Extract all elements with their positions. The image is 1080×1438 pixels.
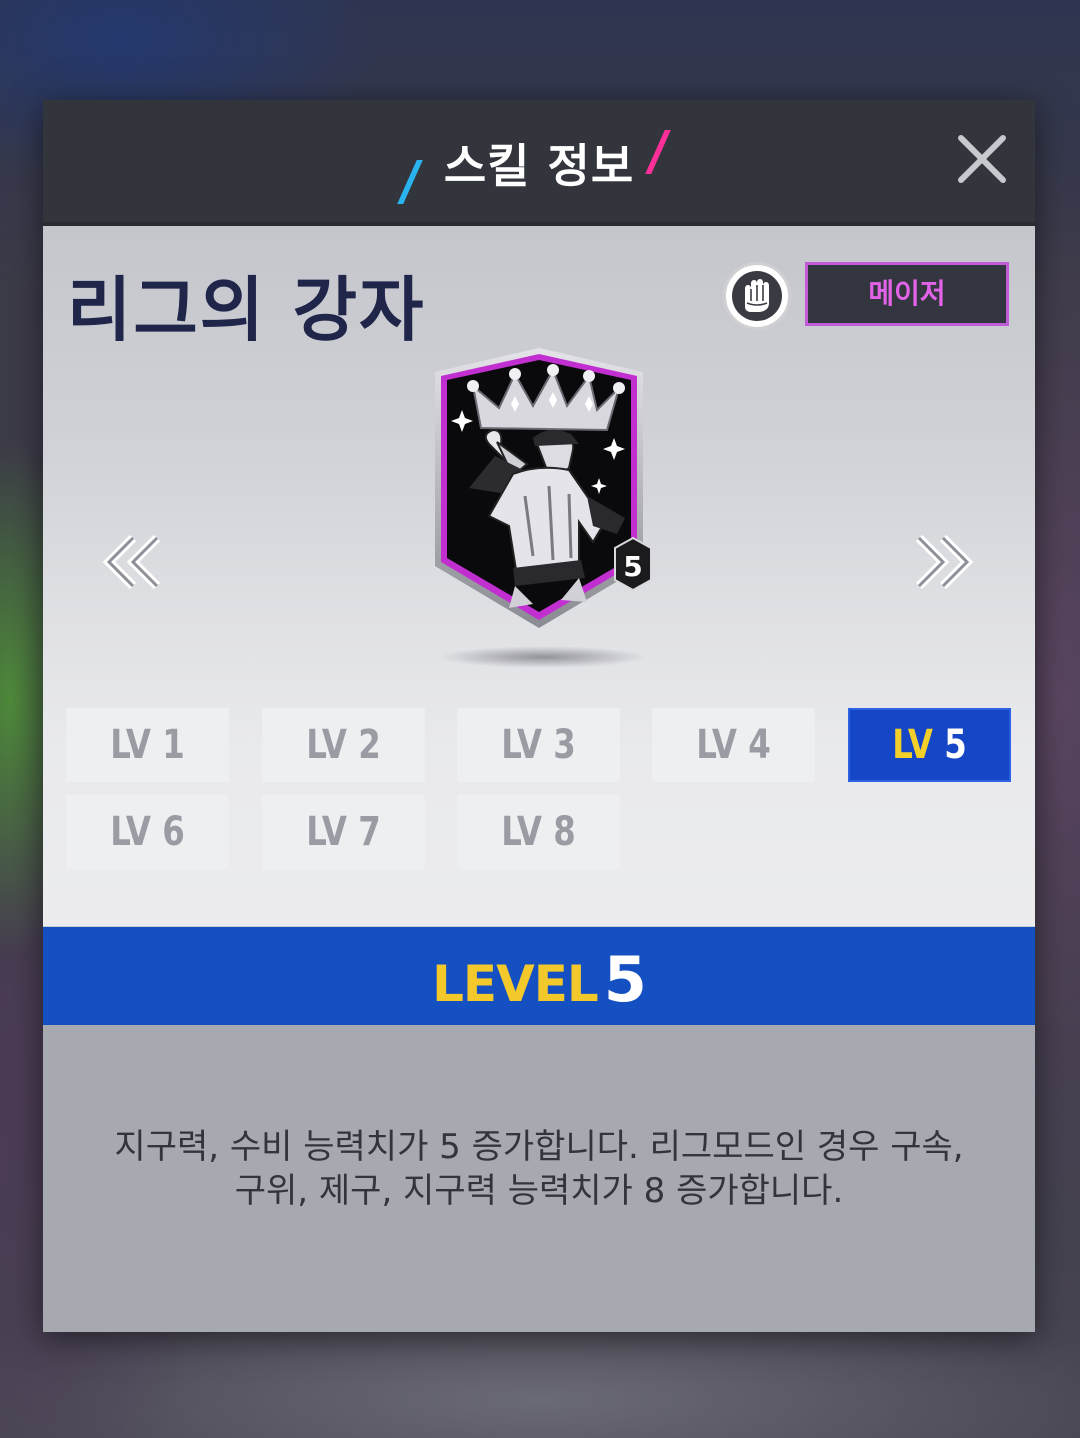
- description-line-1: 지구력, 수비 능력치가 5 증가합니다. 리그모드인 경우 구속,: [114, 1127, 964, 1167]
- skill-info-modal: 스킬 정보 리그의 강자 메이저 5 LV 1 LV 2 LV 3 LV 4 L…: [43, 100, 1035, 1332]
- card-level-number: 5: [623, 550, 642, 583]
- selected-level-label: LEVEL: [432, 955, 599, 1013]
- close-button[interactable]: [955, 132, 1009, 186]
- skill-card: 5: [429, 346, 661, 646]
- level-tab-prefix: LV: [892, 722, 933, 768]
- grade-badge: 메이저: [805, 262, 1009, 326]
- next-skill-button[interactable]: [909, 532, 975, 592]
- level-tab-3[interactable]: LV 3: [457, 708, 620, 782]
- level-tab-number: 3: [553, 722, 576, 768]
- level-tab-number: 7: [358, 809, 381, 855]
- selected-level-number: 5: [603, 943, 647, 1016]
- level-tab-4[interactable]: LV 4: [652, 708, 815, 782]
- description-line-2: 구위, 제구, 지구력 능력치가 8 증가합니다.: [234, 1171, 844, 1211]
- level-tab-7[interactable]: LV 7: [262, 795, 425, 869]
- skill-description: 지구력, 수비 능력치가 5 증가합니다. 리그모드인 경우 구속, 구위, 제…: [73, 1125, 1005, 1213]
- description-panel: 지구력, 수비 능력치가 5 증가합니다. 리그모드인 경우 구속, 구위, 제…: [43, 1025, 1035, 1332]
- level-tab-number: 1: [162, 722, 185, 768]
- close-icon: [958, 135, 1006, 183]
- modal-header: 스킬 정보: [43, 100, 1035, 226]
- level-tab-prefix: LV: [696, 722, 737, 768]
- level-tab-prefix: LV: [110, 809, 151, 855]
- double-chevron-right-icon: [915, 534, 974, 590]
- crowned-pitcher-icon: 5: [435, 348, 652, 628]
- level-tab-prefix: LV: [501, 809, 542, 855]
- level-tab-number: 5: [944, 722, 967, 768]
- level-tab-number: 4: [748, 722, 771, 768]
- modal-title: 스킬 정보: [443, 139, 635, 193]
- level-tab-2[interactable]: LV 2: [262, 708, 425, 782]
- glove-icon: [723, 262, 791, 330]
- level-tab-1[interactable]: LV 1: [66, 708, 229, 782]
- level-tab-prefix: LV: [110, 722, 151, 768]
- level-tab-6[interactable]: LV 6: [66, 795, 229, 869]
- level-tab-prefix: LV: [306, 722, 347, 768]
- level-tab-prefix: LV: [501, 722, 542, 768]
- previous-skill-button[interactable]: [101, 532, 167, 592]
- skill-name: 리그의 강자: [67, 269, 426, 351]
- level-tab-8[interactable]: LV 8: [457, 795, 620, 869]
- level-tab-number: 8: [553, 809, 576, 855]
- selected-level-text: LEVEL5: [43, 943, 1035, 1016]
- level-tab-number: 6: [162, 809, 185, 855]
- selected-level-banner: LEVEL5: [43, 927, 1035, 1025]
- level-tab-number: 2: [358, 722, 381, 768]
- level-tab-5[interactable]: LV 5: [848, 708, 1011, 782]
- level-tab-prefix: LV: [306, 809, 347, 855]
- double-chevron-left-icon: [102, 534, 161, 590]
- skill-detail-panel: 리그의 강자 메이저 5 LV 1 LV 2 LV 3 LV 4 LV 5 LV…: [43, 226, 1035, 926]
- card-shadow: [438, 646, 648, 668]
